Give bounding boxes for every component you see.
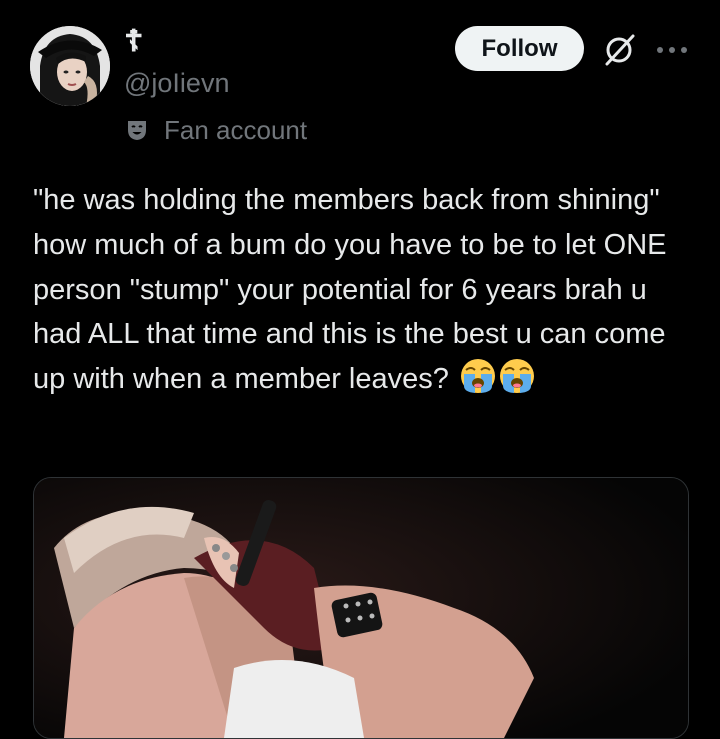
theater-mask-icon xyxy=(124,117,150,143)
post-card: ☦ @joIievn Follow Fan account "he was ho… xyxy=(0,0,720,739)
media-video[interactable] xyxy=(33,477,689,739)
loudly-crying-face-emoji xyxy=(499,358,535,394)
grok-icon xyxy=(605,34,635,66)
post-text: "he was holding the members back from sh… xyxy=(33,178,693,402)
more-horizontal-icon xyxy=(657,47,687,53)
display-name[interactable]: ☦ xyxy=(124,22,143,62)
account-label-text: Fan account xyxy=(164,114,308,145)
media-image xyxy=(34,478,688,738)
account-label: Fan account xyxy=(124,112,307,148)
follow-button[interactable]: Follow xyxy=(455,26,584,71)
grok-button[interactable] xyxy=(597,28,641,72)
avatar[interactable] xyxy=(30,26,110,106)
more-button[interactable] xyxy=(650,28,694,72)
avatar-photo xyxy=(30,26,110,106)
user-handle[interactable]: @joIievn xyxy=(124,66,229,100)
loudly-crying-face-emoji xyxy=(460,358,496,394)
post-body: "he was holding the members back from sh… xyxy=(33,184,675,396)
